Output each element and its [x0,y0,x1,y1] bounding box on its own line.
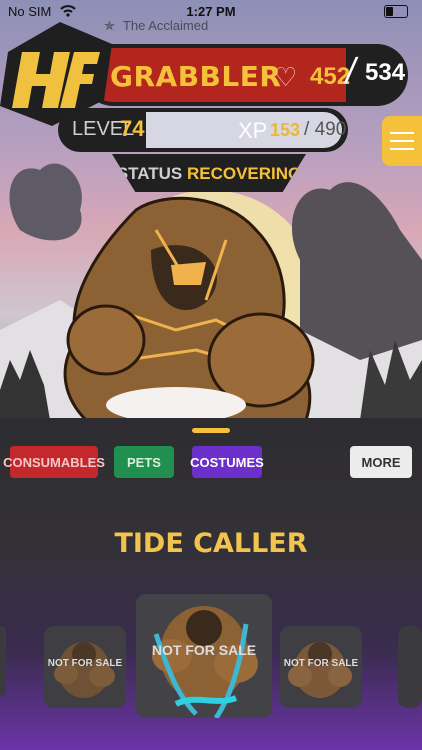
xp-current: 153 [270,120,301,140]
costume-card-far-right[interactable] [398,626,422,708]
costume-card-left[interactable]: NOT FOR SALE [44,626,126,708]
battery-icon [384,5,408,18]
inventory-panel: CONSUMABLES PETS COSTUMES MORE TIDE CALL… [0,418,422,750]
menu-icon-line [390,140,414,142]
xp-max: / 490 [304,119,347,140]
heart-icon: ♡ [274,62,298,92]
tab-consumables[interactable]: CONSUMABLES [3,446,105,478]
level-value: 74 [120,116,145,141]
menu-icon [390,132,414,134]
tab-pets[interactable]: PETS [114,446,174,478]
not-for-sale-label: NOT FOR SALE [151,642,257,658]
player-title: ✯ The Acclaimed [104,18,208,34]
hp-max: 534 [365,59,406,86]
clock: 1:27 PM [186,4,236,19]
hp-fill: GRABBLER ♡ 452 [86,48,350,102]
status-bar: No SIM 1:27 PM [0,0,422,24]
menu-icon-line [390,148,414,150]
hero-scene: No SIM 1:27 PM ✯ The Acclaimed GRABBLER ♡… [0,0,422,420]
status-value: RECOVERING [186,164,302,183]
not-for-sale-label: NOT FOR SALE [283,658,359,669]
xp-label: XP [238,118,268,143]
character-art [63,196,315,420]
name-hp-bar: GRABBLER ♡ 452 / 534 [82,44,408,106]
tab-costumes[interactable]: COSTUMES [190,446,264,478]
not-for-sale-label: NOT FOR SALE [47,658,123,669]
costume-title: TIDE CALLER [114,528,308,559]
status-line: STATUS RECOVERING [112,164,306,184]
status-plate: STATUS RECOVERING [112,154,306,192]
xp-max-value: 490 [314,119,347,140]
drawer-handle[interactable] [192,428,230,433]
costume-card-far-left[interactable] [0,626,6,696]
logo-hf[interactable] [0,22,112,126]
player-title-text: The Acclaimed [122,18,209,33]
menu-button[interactable] [382,116,422,166]
costume-card-selected[interactable]: NOT FOR SALE [136,594,272,718]
tab-more[interactable]: MORE [350,446,412,478]
costume-card-right[interactable]: NOT FOR SALE [280,626,362,708]
character-name: GRABBLER [110,60,282,93]
